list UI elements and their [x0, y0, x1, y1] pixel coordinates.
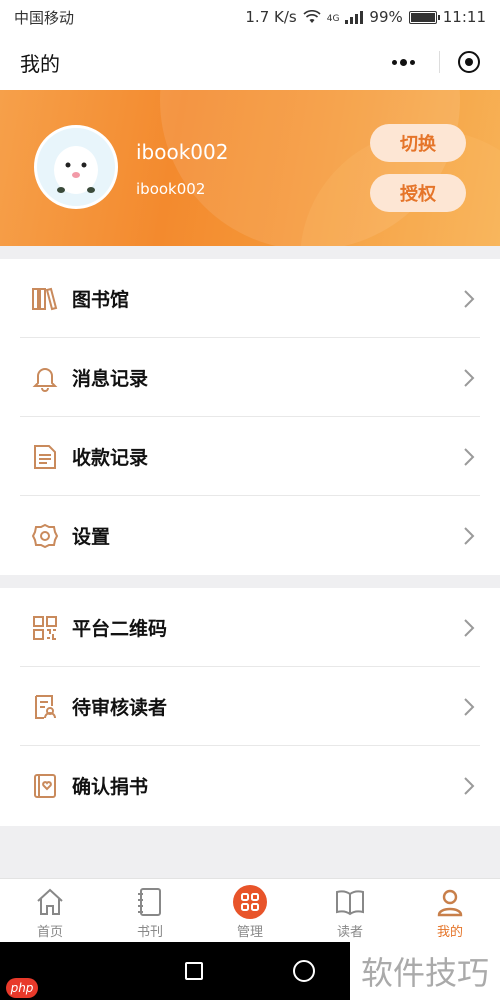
bottom-tab-bar: 首页 书刊 管理 读者 我的 — [0, 878, 500, 942]
tab-label: 书刊 — [136, 925, 163, 940]
username: ibook002 — [136, 140, 229, 164]
chevron-right-icon — [464, 697, 475, 716]
menu-item-platform-qr[interactable]: 平台二维码 — [0, 588, 500, 667]
network-speed: 1.7 K/s — [245, 8, 297, 26]
tab-label: 管理 — [236, 925, 263, 940]
tab-readers[interactable]: 读者 — [300, 879, 400, 942]
chevron-right-icon — [464, 526, 475, 545]
menu-item-label: 平台二维码 — [72, 618, 168, 640]
authorize-button[interactable]: 授权 — [370, 174, 466, 212]
menu-item-pending-readers[interactable]: 待审核读者 — [0, 667, 500, 746]
status-bar: 中国移动 1.7 K/s 4G 99% 11:11 — [0, 0, 500, 34]
network-type: 4G — [326, 14, 340, 24]
document-icon — [30, 442, 60, 472]
close-mini-program-icon[interactable] — [458, 51, 480, 73]
title-bar: 我的 — [0, 34, 500, 90]
menu-group-main: 图书馆 消息记录 收款记录 设置 — [0, 259, 500, 575]
notebook-icon — [133, 885, 167, 919]
profile-icon — [433, 885, 467, 919]
switch-account-button[interactable]: 切换 — [370, 124, 466, 162]
page-title: 我的 — [20, 51, 60, 76]
review-icon — [30, 692, 60, 722]
books-icon — [30, 284, 60, 314]
profile-banner: ibook002 ibook002 切换 授权 — [0, 90, 500, 246]
tab-profile[interactable]: 我的 — [400, 879, 500, 942]
menu-item-label: 消息记录 — [72, 368, 149, 390]
carrier-name: 中国移动 — [14, 8, 75, 27]
tab-books[interactable]: 书刊 — [100, 879, 200, 942]
recent-apps-icon[interactable] — [185, 962, 203, 980]
home-icon — [33, 885, 67, 919]
reader-book-icon — [333, 885, 367, 919]
chevron-right-icon — [464, 776, 475, 795]
php-badge: php — [6, 978, 38, 998]
chevron-right-icon — [464, 618, 475, 637]
avatar[interactable] — [34, 125, 118, 209]
menu-item-label: 待审核读者 — [72, 697, 168, 719]
user-id: ibook002 — [136, 180, 206, 198]
tab-label: 首页 — [36, 925, 63, 940]
menu-group-admin: 平台二维码 待审核读者 确认捐书 — [0, 588, 500, 826]
chevron-right-icon — [464, 368, 475, 387]
capsule-divider — [439, 51, 440, 73]
tab-manage[interactable]: 管理 — [200, 879, 300, 942]
manage-icon — [233, 885, 267, 919]
menu-item-label: 设置 — [72, 526, 111, 548]
battery-percent: 99% — [369, 8, 403, 26]
chevron-right-icon — [464, 289, 475, 308]
gear-icon — [30, 521, 60, 551]
donate-book-icon — [30, 771, 60, 801]
qr-code-icon — [30, 613, 60, 643]
menu-item-messages[interactable]: 消息记录 — [0, 338, 500, 417]
chevron-right-icon — [464, 447, 475, 466]
watermark: 软件技巧 — [350, 942, 500, 1000]
menu-item-confirm-donation[interactable]: 确认捐书 — [0, 746, 500, 825]
avatar-character-icon — [37, 128, 115, 206]
menu-item-settings[interactable]: 设置 — [0, 496, 500, 575]
menu-item-label: 图书馆 — [72, 289, 130, 311]
clock: 11:11 — [442, 8, 486, 26]
menu-item-label: 确认捐书 — [72, 776, 149, 798]
battery-icon — [408, 10, 440, 24]
home-button-icon[interactable] — [293, 960, 315, 982]
wifi-icon — [303, 10, 321, 23]
bell-icon — [30, 363, 60, 393]
menu-item-payments[interactable]: 收款记录 — [0, 417, 500, 496]
menu-item-library[interactable]: 图书馆 — [0, 259, 500, 338]
tab-label: 我的 — [436, 925, 463, 940]
tab-home[interactable]: 首页 — [0, 879, 100, 942]
more-options-icon[interactable] — [386, 55, 421, 70]
signal-icon — [345, 10, 364, 24]
menu-item-label: 收款记录 — [72, 447, 149, 469]
tab-label: 读者 — [336, 925, 363, 940]
mini-program-capsule — [386, 51, 480, 73]
